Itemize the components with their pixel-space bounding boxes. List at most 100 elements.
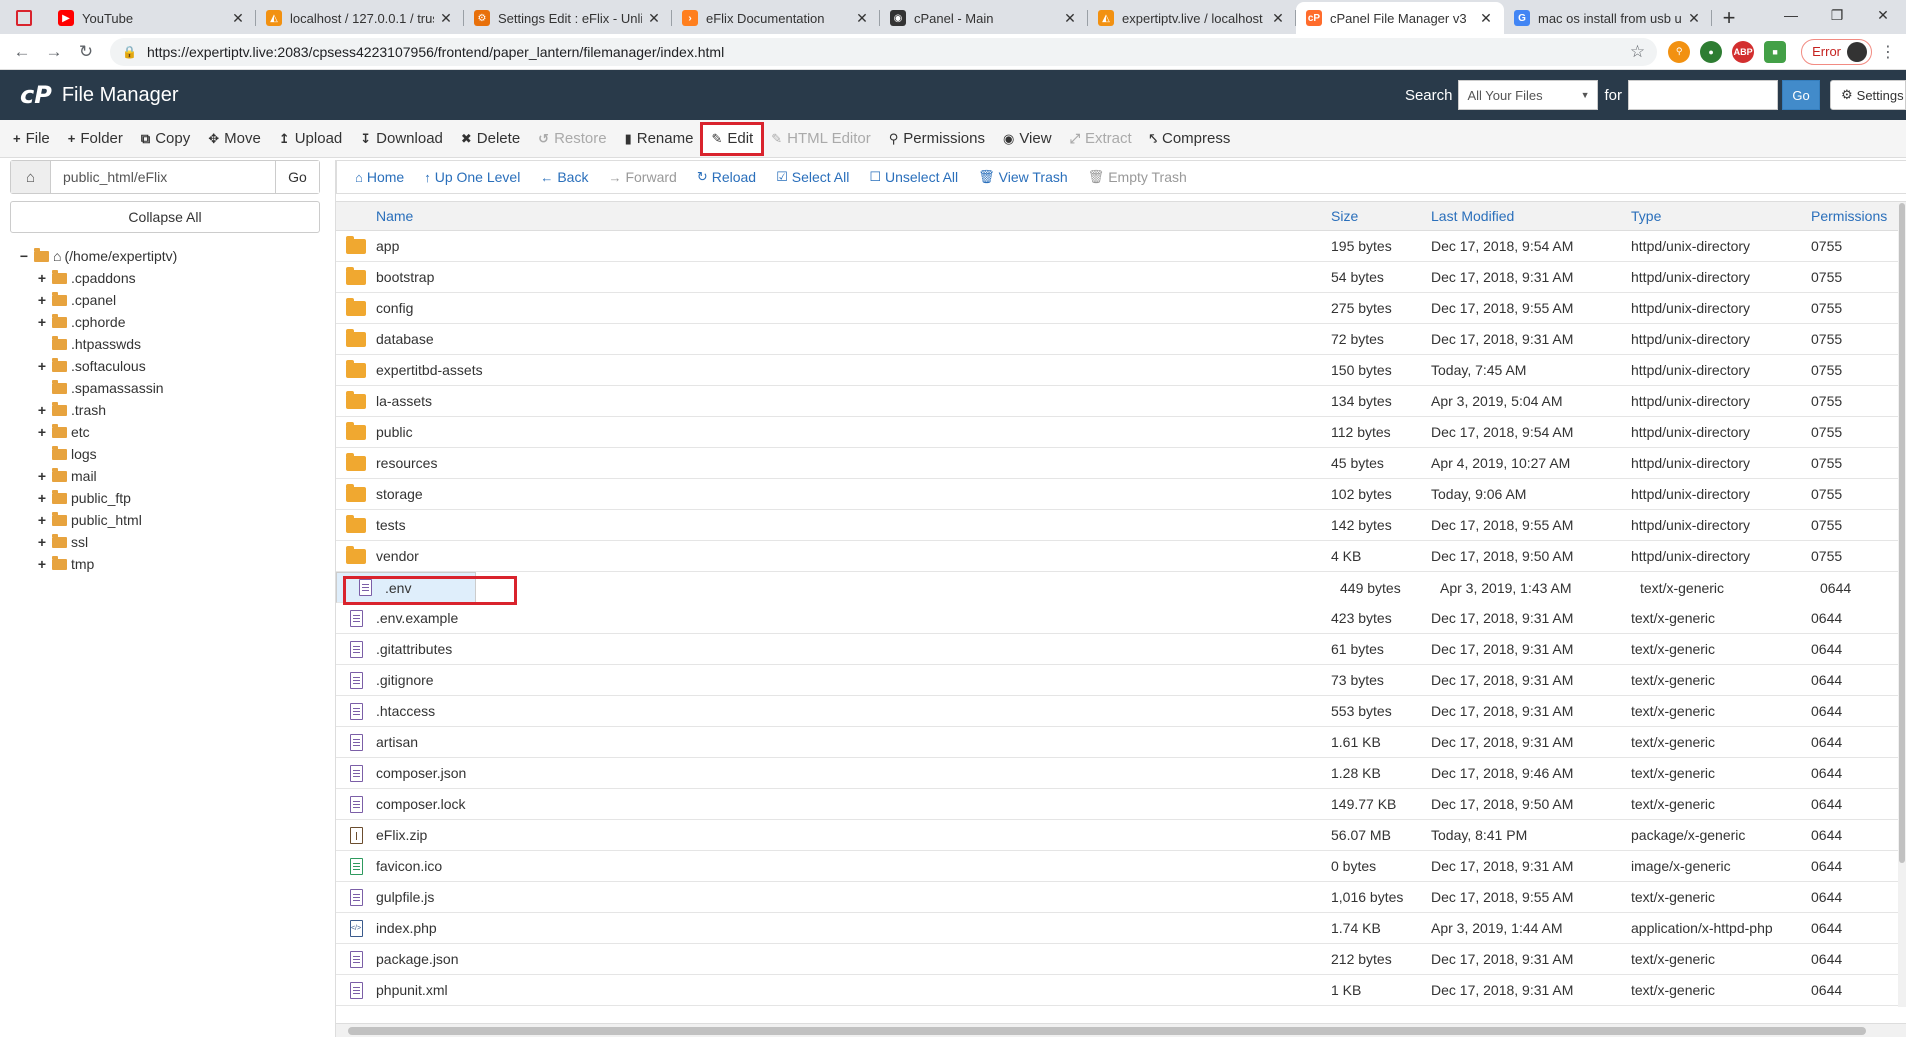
file-name[interactable]: .gitattributes — [376, 641, 1331, 657]
profile-error-button[interactable]: Error — [1801, 38, 1872, 65]
tree-root[interactable]: − ⌂ (/home/expertiptv) — [10, 245, 320, 267]
browser-tab[interactable]: ▶ YouTube ✕ — [48, 2, 256, 34]
reload-button[interactable]: ↻ Reload — [687, 169, 766, 185]
collapse-minus-icon[interactable]: − — [18, 248, 30, 264]
table-row[interactable]: public 112 bytes Dec 17, 2018, 9:54 AM http… — [336, 417, 1906, 448]
extension-key-icon[interactable]: ⚲ — [1668, 40, 1691, 63]
delete-button[interactable]: ✖ Delete — [452, 124, 529, 154]
minimize-icon[interactable]: — — [1768, 0, 1814, 30]
edit-button[interactable]: ✎ Edit — [700, 121, 765, 156]
cpanel-logo[interactable]: cP — [20, 81, 52, 109]
file-name[interactable]: vendor — [376, 548, 1331, 564]
file-name[interactable]: phpunit.xml — [376, 982, 1331, 998]
table-row[interactable]: composer.lock 149.77 KB Dec 17, 2018, 9:50… — [336, 789, 1906, 820]
search-input[interactable] — [1628, 80, 1778, 110]
tab-close-icon[interactable]: ✕ — [854, 10, 870, 27]
rename-button[interactable]: ▮ Rename — [616, 124, 703, 154]
forward-button[interactable]: → Forward — [598, 169, 686, 185]
file-name[interactable]: eFlix.zip — [376, 827, 1331, 843]
vertical-scrollbar[interactable] — [1898, 203, 1906, 1007]
close-window-icon[interactable]: ✕ — [1860, 0, 1906, 30]
back-button[interactable]: ← Back — [530, 169, 598, 185]
settings-button[interactable]: ⚙ Settings — [1830, 80, 1906, 110]
table-row[interactable]: app 195 bytes Dec 17, 2018, 9:54 AM httpd/u… — [336, 231, 1906, 262]
file-name[interactable]: composer.lock — [376, 796, 1331, 812]
tree-item[interactable]: + .cpanel — [10, 289, 320, 311]
table-row[interactable]: database 72 bytes Dec 17, 2018, 9:31 AM htt… — [336, 324, 1906, 355]
path-input[interactable]: public_html/eFlix — [51, 161, 275, 193]
home-button[interactable]: ⌂ Home — [345, 169, 414, 185]
browser-tab[interactable]: ⚙ Settings Edit : eFlix - Unlim ✕ — [464, 2, 672, 34]
restore-icon[interactable]: ❐ — [1814, 0, 1860, 30]
table-row[interactable]: .gitignore 73 bytes Dec 17, 2018, 9:31 AM t… — [336, 665, 1906, 696]
expand-plus-icon[interactable]: + — [36, 292, 48, 308]
expand-plus-icon[interactable]: + — [36, 358, 48, 374]
address-bar[interactable]: 🔒 https://expertiptv.live:2083/cpsess422… — [110, 37, 1658, 66]
expand-plus-icon[interactable]: + — [36, 556, 48, 572]
tree-item[interactable]: .spamassassin — [10, 377, 320, 399]
tab-close-icon[interactable]: ✕ — [646, 10, 662, 27]
file-name[interactable]: config — [376, 300, 1331, 316]
restore-button[interactable]: ↺ Restore — [529, 124, 615, 154]
file-name[interactable]: .env.example — [376, 610, 1331, 626]
expand-plus-icon[interactable]: + — [36, 468, 48, 484]
empty-trash-button[interactable]: 🗑 Empty Trash — [1078, 169, 1197, 185]
file-name[interactable]: package.json — [376, 951, 1331, 967]
tree-item[interactable]: + ssl — [10, 531, 320, 553]
tree-item[interactable]: + public_ftp — [10, 487, 320, 509]
file-name[interactable]: resources — [376, 455, 1331, 471]
file-name[interactable]: app — [376, 238, 1331, 254]
move-button[interactable]: ✥ Move — [199, 124, 270, 154]
html-editor-button[interactable]: ✎ HTML Editor — [762, 124, 880, 154]
expand-plus-icon[interactable]: + — [36, 424, 48, 440]
extension-globe-icon[interactable]: ● — [1700, 40, 1723, 63]
browser-tab[interactable]: ◭ expertiptv.live / localhost / ✕ — [1088, 2, 1296, 34]
copy-button[interactable]: ⧉ Copy — [132, 124, 199, 154]
extract-button[interactable]: ⤢ Extract — [1061, 124, 1141, 154]
new-folder-button[interactable]: + Folder — [59, 124, 132, 154]
table-row[interactable]: vendor 4 KB Dec 17, 2018, 9:50 AM httpd/uni… — [336, 541, 1906, 572]
tab-close-icon[interactable]: ✕ — [1686, 10, 1702, 27]
tree-item[interactable]: + .cphorde — [10, 311, 320, 333]
browser-menu-icon[interactable]: ⋮ — [1878, 42, 1898, 62]
new-tab-button[interactable]: + — [1712, 2, 1746, 34]
search-scope-select[interactable]: All Your Files ▼ — [1458, 80, 1599, 110]
select-all-button[interactable]: ☑ Select All — [766, 169, 859, 185]
adblock-icon[interactable]: ABP — [1732, 40, 1755, 63]
table-row[interactable]: .env.example 423 bytes Dec 17, 2018, 9:31 … — [336, 603, 1906, 634]
table-row[interactable]: resources 45 bytes Apr 4, 2019, 10:27 AM ht… — [336, 448, 1906, 479]
table-row[interactable]: artisan 1.61 KB Dec 17, 2018, 9:31 AM text/… — [336, 727, 1906, 758]
file-name[interactable]: public — [376, 424, 1331, 440]
permissions-button[interactable]: ⚲ Permissions — [880, 124, 994, 154]
expand-plus-icon[interactable]: + — [36, 490, 48, 506]
download-button[interactable]: ↧ Download — [351, 124, 452, 154]
modified-column-header[interactable]: Last Modified — [1431, 208, 1631, 224]
home-icon[interactable]: ⌂ — [11, 161, 51, 193]
table-row[interactable]: phpunit.xml 1 KB Dec 17, 2018, 9:31 AM text… — [336, 975, 1906, 1006]
table-row[interactable]: bootstrap 54 bytes Dec 17, 2018, 9:31 AM ht… — [336, 262, 1906, 293]
extension-android-icon[interactable]: ■ — [1764, 40, 1787, 63]
table-row[interactable]: index.php1.74 KB Apr 3, 2019, 1:44 AM appl… — [336, 913, 1906, 944]
browser-tab[interactable]: ◉ cPanel - Main ✕ — [880, 2, 1088, 34]
file-name[interactable]: database — [376, 331, 1331, 347]
tab-close-icon[interactable]: ✕ — [1270, 10, 1286, 27]
size-column-header[interactable]: Size — [1331, 208, 1431, 224]
path-go-button[interactable]: Go — [275, 161, 319, 193]
file-name[interactable]: .htaccess — [376, 703, 1331, 719]
tree-item[interactable]: + .trash — [10, 399, 320, 421]
expand-plus-icon[interactable]: + — [36, 534, 48, 550]
file-name[interactable]: la-assets — [376, 393, 1331, 409]
tab-close-icon[interactable]: ✕ — [1478, 10, 1494, 27]
tree-item[interactable]: .htpasswds — [10, 333, 320, 355]
table-row[interactable]: composer.json 1.28 KB Dec 17, 2018, 9:46 A… — [336, 758, 1906, 789]
browser-tab[interactable]: cP cPanel File Manager v3 ✕ — [1296, 2, 1504, 34]
tab-close-icon[interactable]: ✕ — [438, 10, 454, 27]
file-name[interactable]: tests — [376, 517, 1331, 533]
view-button[interactable]: ◉ View — [994, 124, 1061, 154]
table-row[interactable]: la-assets 134 bytes Apr 3, 2019, 5:04 AM ht… — [336, 386, 1906, 417]
reload-icon[interactable]: ↻ — [72, 38, 100, 66]
back-arrow-icon[interactable]: ← — [8, 38, 36, 66]
view-trash-button[interactable]: 🗑 View Trash — [968, 169, 1078, 185]
permissions-column-header[interactable]: Permissions — [1811, 208, 1901, 224]
file-name[interactable]: .env — [343, 575, 1340, 605]
